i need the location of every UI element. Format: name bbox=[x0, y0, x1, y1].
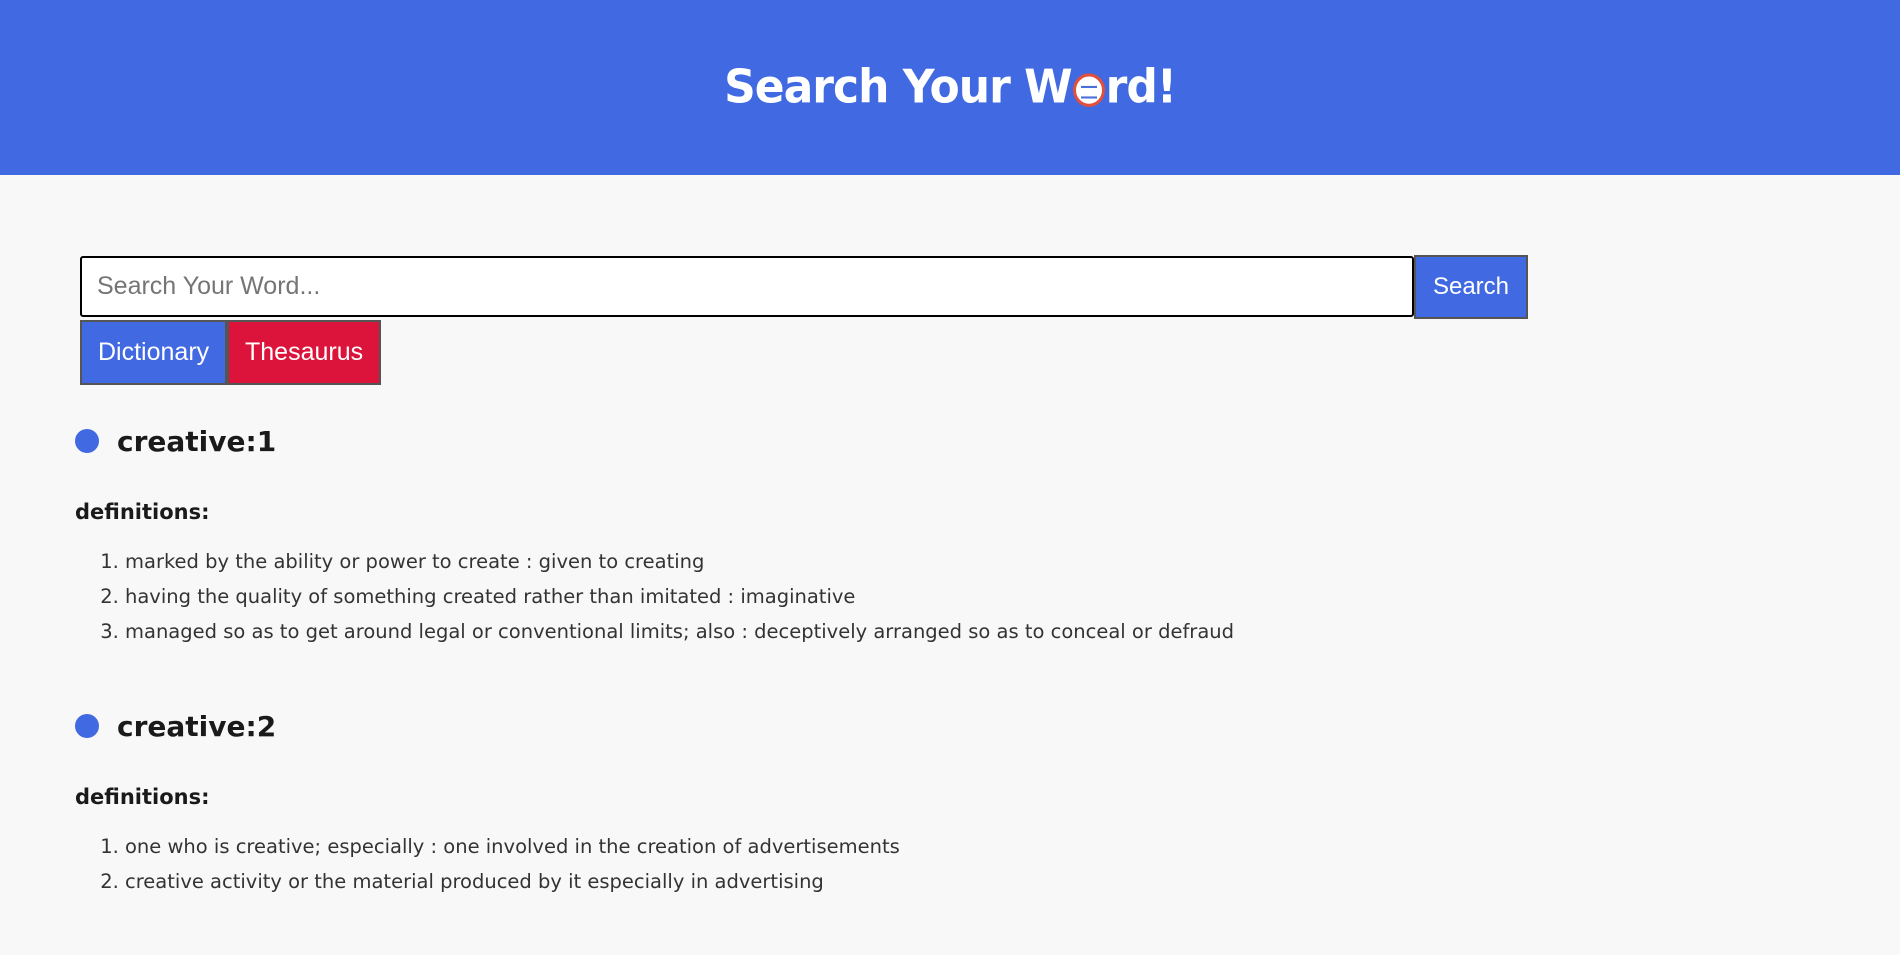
definitions-list: marked by the ability or power to create… bbox=[75, 544, 1775, 649]
merriam-webster-seal-icon bbox=[1072, 72, 1105, 107]
definition-item: managed so as to get around legal or con… bbox=[125, 614, 1775, 649]
search-bar: Search bbox=[80, 255, 1528, 319]
result-entry: creative:2 definitions: one who is creat… bbox=[75, 705, 1775, 899]
dictionary-button[interactable]: Dictionary bbox=[80, 320, 227, 385]
definition-item: creative activity or the material produc… bbox=[125, 864, 1775, 899]
definitions-list: one who is creative; especially : one in… bbox=[75, 829, 1775, 899]
definitions-label: definitions: bbox=[75, 500, 210, 524]
definitions-label: definitions: bbox=[75, 785, 210, 809]
result-entry: creative:1 definitions: marked by the ab… bbox=[75, 420, 1775, 649]
search-input[interactable] bbox=[80, 256, 1414, 317]
thesaurus-button[interactable]: Thesaurus bbox=[227, 320, 381, 385]
search-button[interactable]: Search bbox=[1414, 255, 1528, 319]
bullet-icon bbox=[75, 429, 99, 453]
definition-item: one who is creative; especially : one in… bbox=[125, 829, 1775, 864]
entry-word: creative:1 bbox=[117, 424, 277, 458]
definition-item: marked by the ability or power to create… bbox=[125, 544, 1775, 579]
site-title-end: rd! bbox=[1105, 60, 1177, 115]
site-title-start: Search Your W bbox=[724, 60, 1073, 115]
entry-heading: creative:1 bbox=[75, 420, 1775, 462]
results-list: creative:1 definitions: marked by the ab… bbox=[75, 420, 1775, 955]
definition-item: having the quality of something created … bbox=[125, 579, 1775, 614]
mode-selector: Dictionary Thesaurus bbox=[80, 320, 381, 385]
bullet-icon bbox=[75, 714, 99, 738]
page-header: Search Your W rd! bbox=[0, 0, 1900, 175]
site-title: Search Your W rd! bbox=[724, 60, 1177, 115]
entry-heading: creative:2 bbox=[75, 705, 1775, 747]
entry-word: creative:2 bbox=[117, 709, 277, 743]
